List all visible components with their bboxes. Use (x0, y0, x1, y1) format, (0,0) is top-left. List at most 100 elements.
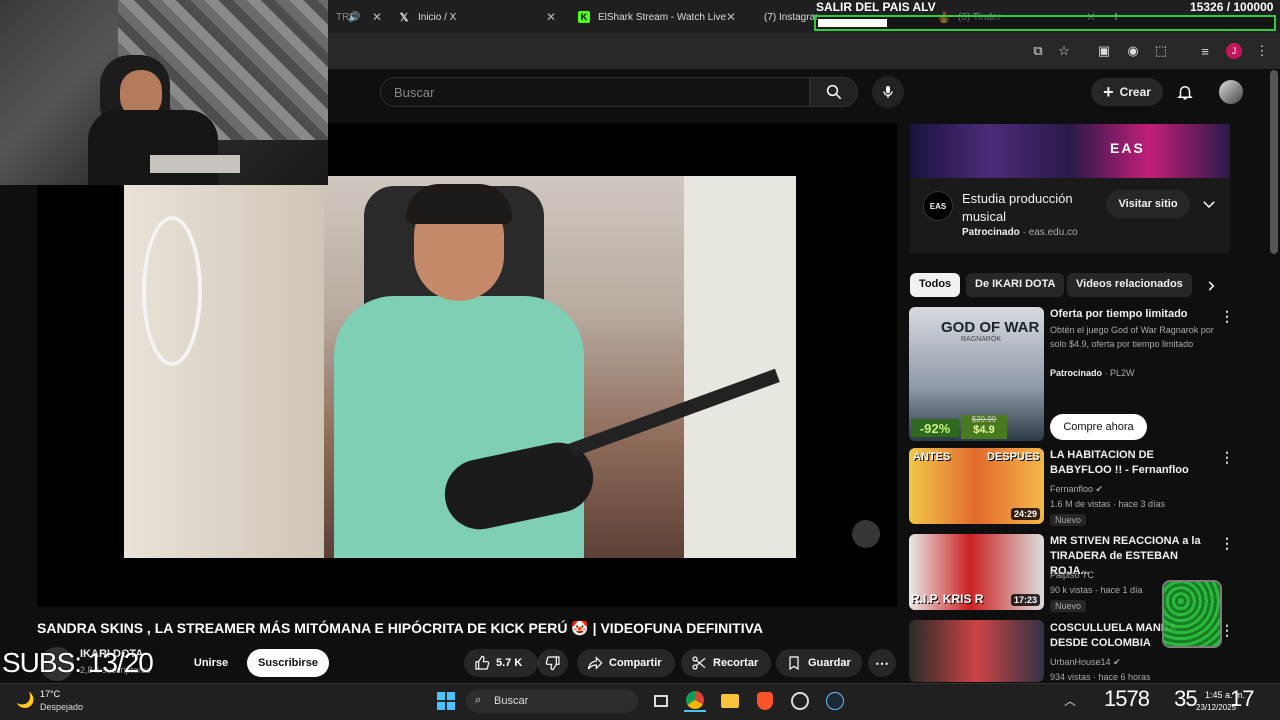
more-vert-icon[interactable]: ⋮ (1220, 308, 1234, 325)
discount-badge: -92% (911, 419, 959, 437)
clip-label: Recortar (713, 657, 759, 669)
ad-logo[interactable]: EAS (923, 191, 953, 221)
weather-description[interactable]: Despejado (40, 702, 83, 712)
chrome-icon[interactable] (684, 690, 706, 712)
close-icon[interactable]: ✕ (726, 10, 736, 24)
old-price: $39.99 (971, 415, 997, 424)
weather-moon-icon[interactable]: 🌙 (16, 691, 35, 709)
channel-watermark-icon[interactable] (852, 520, 880, 548)
subscribe-button[interactable]: Suscribirse (247, 649, 329, 677)
tab-youtube[interactable]: TRE 🔊 ✕ (328, 4, 388, 30)
subs-goal-overlay: SUBS: 13/20 (2, 647, 154, 678)
buy-now-button[interactable]: Compre ahora (1050, 414, 1147, 440)
share-button[interactable]: Compartir (577, 649, 675, 677)
new-badge: Nuevo (1050, 514, 1087, 526)
rec-channel[interactable]: UrbanHouse14 ✔ (1050, 655, 1121, 669)
save-button[interactable]: Guardar (776, 649, 862, 677)
notifications-button[interactable] (1175, 82, 1195, 102)
taskbar-search-label: Buscar (494, 695, 529, 707)
kick-icon: K (578, 11, 590, 23)
ad-title[interactable]: Estudia producción musical (962, 190, 1092, 226)
audio-icon[interactable]: 🔊 (348, 12, 360, 23)
bookmark-icon (789, 656, 799, 671)
video-frame[interactable] (124, 176, 796, 558)
cast-icon[interactable]: ⧉ (1030, 43, 1046, 59)
weather-temperature[interactable]: 17°C (40, 689, 60, 699)
more-horizontal-icon: ⋯ (875, 654, 889, 671)
tab-kick[interactable]: K ElShark Stream - Watch Live ✕ (570, 4, 742, 30)
steam-icon[interactable] (824, 690, 846, 712)
chevron-down-icon[interactable] (1200, 195, 1218, 213)
account-avatar[interactable] (1219, 80, 1243, 104)
visit-site-button[interactable]: Visitar sitio (1106, 190, 1190, 218)
extension-discord-icon[interactable]: ◉ (1125, 43, 1141, 59)
ad-banner-image[interactable]: EAS (910, 124, 1230, 178)
goal-counter: 15326 / 100000 (1190, 0, 1274, 14)
profile-avatar[interactable]: J (1226, 43, 1242, 59)
taskbar-search[interactable]: ⌕ Buscar (466, 689, 638, 713)
rec-channel-name: UrbanHouse14 (1050, 657, 1111, 667)
verified-icon: ✔ (1095, 484, 1104, 494)
chip-related[interactable]: Videos relacionados (1067, 273, 1192, 297)
more-vert-icon[interactable]: ⋮ (1220, 449, 1234, 466)
more-vert-icon[interactable]: ⋮ (1220, 622, 1234, 639)
system-time[interactable]: 1:45 a. m. (1205, 690, 1245, 700)
close-icon[interactable]: ✕ (372, 10, 382, 24)
extensions-puzzle-icon[interactable]: ⬚ (1153, 43, 1169, 59)
bookmark-star-icon[interactable]: ☆ (1056, 43, 1072, 59)
discord-icon[interactable] (789, 690, 811, 712)
join-button[interactable]: Unirse (190, 649, 232, 677)
like-button[interactable]: 5.7 K (464, 649, 538, 677)
chevron-right-icon[interactable] (1204, 279, 1218, 293)
rec-thumbnail[interactable]: R.I.P. KRIS R 17:23 (909, 534, 1044, 610)
plus-icon: + (1103, 81, 1114, 102)
rec-title[interactable]: Oferta por tiempo limitado (1050, 307, 1210, 322)
rec-channel[interactable]: Fernanfloo ✔ (1050, 482, 1103, 496)
reading-list-icon[interactable]: ≡ (1197, 43, 1213, 59)
tab-label: (7) Instagram (764, 11, 818, 23)
clip-button[interactable]: Recortar (681, 649, 771, 677)
create-button[interactable]: + Crear (1091, 78, 1163, 106)
system-date[interactable]: 23/12/2025 (1196, 703, 1236, 712)
extension-gamepad-icon[interactable]: ▣ (1096, 43, 1112, 59)
more-vert-icon[interactable]: ⋮ (1220, 535, 1234, 552)
close-icon[interactable]: ✕ (546, 10, 556, 24)
hair-shape (406, 184, 512, 224)
like-count: 5.7 K (496, 657, 523, 669)
rec-views: 934 vistas · hace 6 horas (1050, 672, 1151, 682)
file-explorer-icon[interactable] (719, 690, 741, 712)
ad-banner-logo: EAS (1110, 140, 1145, 156)
voice-search-button[interactable] (872, 76, 904, 108)
rec-views: 1.6 M de vistas · hace 3 días (1050, 499, 1166, 509)
chip-all[interactable]: Todos (910, 273, 961, 297)
browser-menu-icon[interactable]: ⋮ (1254, 43, 1270, 59)
start-windows-icon[interactable] (435, 690, 457, 712)
search-button[interactable] (810, 77, 858, 107)
goal-label: SALIR DEL PAIS ALV (816, 0, 936, 14)
rec-thumbnail[interactable]: GOD OF WAR RAGNARÖK -92% $39.99 $4.9 (909, 307, 1044, 441)
rec-channel-name: Fernanfloo (1050, 484, 1094, 494)
rec-channel[interactable]: Palpiso TC (1050, 568, 1094, 582)
create-label: Crear (1119, 85, 1151, 99)
tab-instagram[interactable]: (7) Instagram (748, 4, 818, 30)
more-actions-button[interactable]: ⋯ (868, 649, 896, 677)
taskbar (0, 683, 1280, 720)
rec-thumbnail[interactable] (909, 620, 1044, 682)
clock-hours: 1578 (1104, 686, 1150, 711)
task-view-icon[interactable] (650, 690, 672, 712)
brave-icon[interactable] (754, 690, 776, 712)
dislike-button[interactable] (538, 649, 568, 677)
rec-title[interactable]: LA HABITACION DE BABYFLOO !! - Fernanflo… (1050, 448, 1210, 478)
rec-sponsor-meta: Patrocinado · PL2W (1050, 368, 1135, 378)
rec-thumbnail[interactable]: ANTES DESPUES 24:29 (909, 448, 1044, 524)
chip-from-channel[interactable]: De IKARI DOTA (966, 273, 1065, 297)
video-title: SANDRA SKINS , LA STREAMER MÁS MITÓMANA … (37, 620, 764, 636)
ring-light-shape (142, 216, 202, 366)
duration-badge: 17:23 (1010, 594, 1040, 606)
scissors-icon (692, 656, 706, 670)
tab-x[interactable]: 𝕏 Inicio / X ✕ (390, 4, 562, 30)
scrollbar[interactable] (1270, 70, 1278, 254)
share-icon (587, 656, 603, 670)
tray-chevron-up-icon[interactable]: ︿ (1064, 692, 1076, 709)
search-input[interactable]: Buscar (380, 77, 810, 107)
